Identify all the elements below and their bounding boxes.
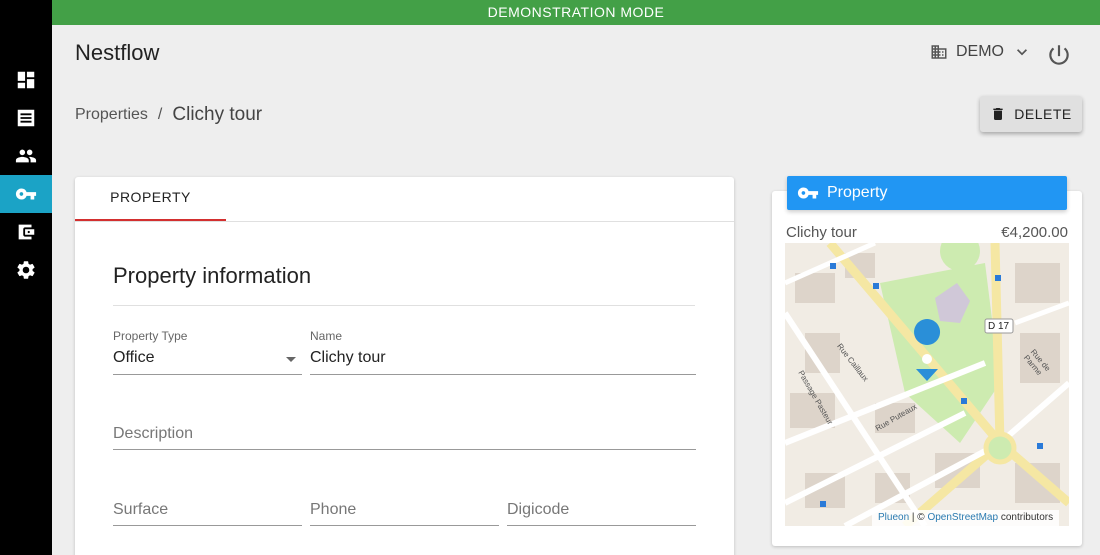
sidebar-item-tenants[interactable] <box>0 137 52 175</box>
field-underline <box>507 525 696 526</box>
demo-mode-banner: DEMONSTRATION MODE <box>52 0 1100 25</box>
property-type-label: Property Type <box>113 329 188 343</box>
digicode-field[interactable]: Digicode <box>507 501 696 526</box>
chevron-down-icon <box>1017 49 1027 56</box>
breadcrumb-properties-link[interactable]: Properties <box>75 106 148 124</box>
breadcrumb-separator: / <box>157 106 163 123</box>
delete-button[interactable]: DELETE <box>980 96 1082 132</box>
field-underline <box>310 374 696 375</box>
organization-selector[interactable]: DEMO <box>930 42 1032 62</box>
people-icon <box>15 149 37 163</box>
document-icon <box>17 109 35 127</box>
delete-label: DELETE <box>1014 106 1072 122</box>
map-attribution: Plueon | © OpenStreetMap contributors <box>872 510 1060 526</box>
map-road-label: D 17 <box>988 321 1010 332</box>
dropdown-arrow-icon <box>286 357 296 362</box>
logout-button[interactable] <box>1046 42 1072 68</box>
property-map[interactable]: D 17 Rue Caillaux Passage Pasteur Rue de… <box>785 243 1069 526</box>
digicode-placeholder: Digicode <box>507 501 570 518</box>
field-underline <box>113 525 302 526</box>
property-type-select[interactable]: Property Type Office <box>113 329 302 375</box>
app-title: Nestflow <box>75 40 160 65</box>
field-underline <box>113 449 696 450</box>
phone-placeholder: Phone <box>310 501 357 518</box>
property-form-card: PROPERTY Property information Property T… <box>75 177 734 555</box>
summary-property-price: €4,200.00 <box>1001 224 1068 241</box>
attribution-suffix: contributors <box>998 512 1054 523</box>
sidebar-item-properties[interactable] <box>0 175 52 213</box>
openstreetmap-link[interactable]: OpenStreetMap <box>927 512 998 523</box>
name-label: Name <box>310 329 343 343</box>
building-icon <box>931 45 947 59</box>
field-underline <box>113 374 302 375</box>
section-title: Property information <box>113 263 312 288</box>
description-field[interactable]: Description <box>113 425 696 450</box>
gear-icon <box>17 261 35 279</box>
power-icon <box>1049 45 1069 65</box>
section-divider <box>113 305 695 306</box>
sidebar <box>0 0 52 555</box>
map-provider-link[interactable]: Plueon <box>878 512 909 523</box>
wallet-icon <box>18 224 35 240</box>
breadcrumb-current: Clichy tour <box>172 104 263 125</box>
tab-divider <box>75 221 734 222</box>
sidebar-item-accounting[interactable] <box>0 213 52 251</box>
sidebar-item-settings[interactable] <box>0 251 52 289</box>
sidebar-item-dashboard[interactable] <box>0 61 52 99</box>
organization-label: DEMO <box>956 43 1004 60</box>
key-icon <box>15 188 37 200</box>
phone-field[interactable]: Phone <box>310 501 499 526</box>
name-value: Clichy tour <box>310 349 386 366</box>
summary-property-name: Clichy tour <box>786 224 857 241</box>
name-field[interactable]: Name Clichy tour <box>310 329 696 375</box>
surface-placeholder: Surface <box>113 501 169 518</box>
sidebar-item-leases[interactable] <box>0 99 52 137</box>
summary-header: Property <box>787 176 1067 210</box>
surface-field[interactable]: Surface <box>113 501 302 526</box>
attribution-separator: | © <box>909 512 928 523</box>
breadcrumb: Properties / Clichy tour <box>75 104 262 126</box>
field-underline <box>310 525 499 526</box>
tab-property[interactable]: PROPERTY <box>75 177 226 221</box>
dashboard-icon <box>17 71 35 89</box>
property-type-value: Office <box>113 349 155 366</box>
key-icon <box>797 187 819 199</box>
trash-icon <box>993 108 1003 120</box>
map-tiles <box>785 243 1069 526</box>
summary-header-label: Property <box>827 184 888 201</box>
description-placeholder: Description <box>113 425 194 442</box>
